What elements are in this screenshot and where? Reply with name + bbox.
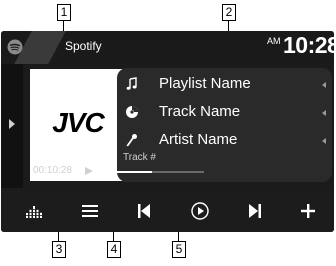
callout-3: 3 xyxy=(52,241,66,258)
track-info-panel[interactable]: Playlist Name Track Name Artist Name xyxy=(117,68,332,182)
playlist-name: Playlist Name xyxy=(159,75,251,92)
chevron-left-icon xyxy=(322,138,326,144)
previous-track-icon xyxy=(137,203,151,219)
side-panel-toggle[interactable] xyxy=(1,64,23,188)
playlist-row[interactable]: Playlist Name xyxy=(117,71,332,99)
track-number: Track # xyxy=(123,152,156,163)
add-icon xyxy=(300,203,316,219)
artwork-logo: JVC xyxy=(52,107,104,138)
status-bar: Spotify AM 10:28 xyxy=(1,31,334,64)
progress-bar[interactable] xyxy=(99,171,204,173)
elapsed-time: 00:10:28 xyxy=(33,165,72,176)
previous-button[interactable] xyxy=(130,198,158,224)
chevron-left-icon xyxy=(322,110,326,116)
equalizer-button[interactable] xyxy=(21,198,49,224)
callout-5: 5 xyxy=(172,241,186,258)
track-row[interactable]: Track Name xyxy=(117,99,332,127)
device-screen: Spotify AM 10:28 JVC Playlist Name Track… xyxy=(1,31,334,232)
menu-icon xyxy=(82,204,98,218)
artist-icon xyxy=(125,133,139,147)
next-button[interactable] xyxy=(241,198,269,224)
track-name: Track Name xyxy=(159,103,241,120)
add-button[interactable] xyxy=(294,198,322,224)
menu-button[interactable] xyxy=(76,198,104,224)
clock-ampm: AM xyxy=(267,36,281,46)
callout-1: 1 xyxy=(57,4,71,21)
play-status-icon xyxy=(85,167,93,175)
artist-name: Artist Name xyxy=(159,131,238,148)
play-button[interactable] xyxy=(186,198,214,224)
callout-4: 4 xyxy=(107,241,121,258)
artist-row[interactable]: Artist Name xyxy=(117,127,332,155)
play-icon xyxy=(191,202,209,220)
music-note-icon xyxy=(125,77,139,91)
source-label: Spotify xyxy=(65,39,102,53)
chevron-right-icon xyxy=(9,119,15,129)
progress-fill xyxy=(99,171,152,173)
clock-time: 10:28 xyxy=(283,32,334,58)
disc-icon xyxy=(125,105,139,119)
spotify-icon[interactable] xyxy=(7,39,23,55)
control-bar xyxy=(1,190,334,232)
equalizer-icon xyxy=(25,203,45,219)
next-track-icon xyxy=(248,203,262,219)
callout-2: 2 xyxy=(222,4,236,21)
chevron-left-icon xyxy=(322,82,326,88)
